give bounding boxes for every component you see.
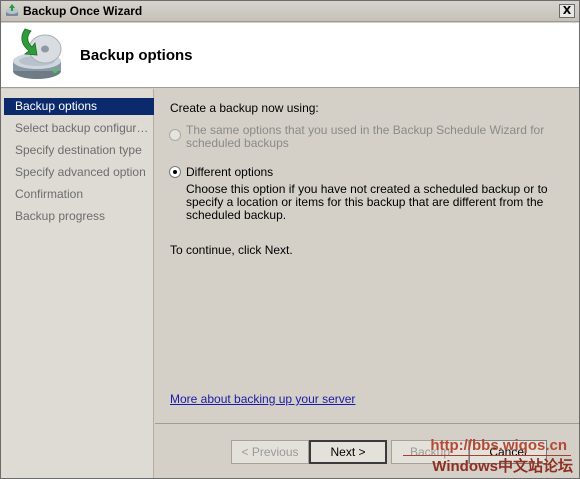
backup-disk-icon: [13, 28, 62, 79]
same-options-label: The same options that you used in the Ba…: [186, 123, 545, 150]
radio-selected-dot: [173, 170, 177, 174]
different-options-radio[interactable]: [169, 166, 181, 178]
step-backup-options[interactable]: Backup options: [4, 98, 154, 115]
step-select-backup-configuration[interactable]: Select backup configur…: [4, 120, 154, 137]
more-about-backup-link[interactable]: More about backing up your server: [170, 392, 355, 406]
previous-button[interactable]: < Previous: [231, 440, 309, 464]
step-backup-progress[interactable]: Backup progress: [4, 208, 154, 225]
watermark-url: http://bbs.wiqos.cn: [430, 437, 567, 454]
title-bar[interactable]: Backup Once Wizard X: [1, 1, 579, 22]
backup-app-icon: [6, 4, 18, 16]
wizard-steps-nav: Backup options Select backup configur… S…: [1, 89, 154, 478]
wizard-header: Backup options: [1, 23, 579, 88]
site-watermark: http://bbs.wiqos.cn Windows中文站论坛: [401, 437, 577, 475]
main-content: Create a backup now using: The same opti…: [155, 89, 579, 423]
window-title: Backup Once Wizard: [23, 4, 143, 18]
watermark-site-name: Windows中文站论坛: [432, 458, 573, 475]
page-title: Backup options: [80, 47, 193, 64]
step-confirmation[interactable]: Confirmation: [4, 186, 154, 203]
wizard-window: Backup Once Wizard X Backup options Back…: [0, 0, 580, 479]
step-specify-advanced-option[interactable]: Specify advanced option: [4, 164, 154, 181]
different-options-label[interactable]: Different options: [186, 165, 273, 179]
next-button[interactable]: Next >: [309, 440, 387, 464]
continue-instruction: To continue, click Next.: [170, 243, 293, 257]
close-icon: X: [562, 4, 572, 17]
same-options-radio[interactable]: [169, 129, 181, 141]
close-button[interactable]: X: [559, 4, 575, 18]
different-options-description: Choose this option if you have not creat…: [186, 182, 548, 222]
step-specify-destination-type[interactable]: Specify destination type: [4, 142, 154, 159]
options-prompt: Create a backup now using:: [170, 101, 319, 115]
